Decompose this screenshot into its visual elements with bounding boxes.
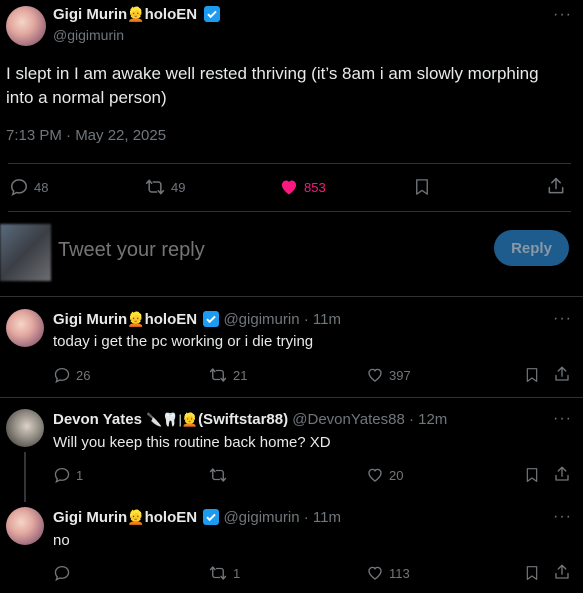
reply-count: 48 <box>34 179 49 195</box>
more-icon[interactable]: ··· <box>553 310 572 328</box>
reply-button[interactable]: Reply <box>494 230 569 266</box>
tweet-text: today i get the pc working or i die tryi… <box>53 333 314 350</box>
bookmark-action[interactable] <box>524 564 540 582</box>
author-line: Gigi Murin👱holoEN @gigimurin · 11m <box>53 509 341 526</box>
share-action[interactable] <box>546 176 566 196</box>
bookmark-icon <box>526 468 538 482</box>
emoji-icon: 👱 <box>127 509 145 525</box>
heart-icon <box>368 468 382 482</box>
reply-icon <box>54 367 70 384</box>
share-icon <box>555 466 569 481</box>
heart-icon <box>368 566 382 580</box>
like-count: 397 <box>389 367 411 383</box>
avatar[interactable] <box>6 6 46 46</box>
handle[interactable]: @DevonYates88 <box>292 411 405 428</box>
avatar[interactable] <box>6 309 44 347</box>
bookmark-action[interactable] <box>524 366 540 384</box>
time[interactable]: · 11m <box>304 509 341 526</box>
verified-icon <box>203 311 220 327</box>
reply-action[interactable]: 26 <box>53 366 90 384</box>
like-action[interactable]: 397 <box>366 366 411 384</box>
tweet-text: no <box>53 532 70 549</box>
emoji-icon: 👱 <box>127 311 145 327</box>
handle[interactable]: @gigimurin <box>223 311 299 328</box>
time[interactable]: · 12m <box>409 411 447 428</box>
emoji-icon: 🔪🦷|👱 <box>146 412 199 427</box>
retweet-icon <box>209 368 227 382</box>
divider <box>0 296 583 297</box>
emoji-icon: 👱 <box>127 6 145 22</box>
retweet-action[interactable]: 1 <box>208 564 240 582</box>
reply-icon <box>54 565 70 582</box>
share-action[interactable] <box>553 465 571 483</box>
reply-action[interactable]: 1 <box>53 466 83 484</box>
verified-icon <box>203 6 220 22</box>
author-line: Gigi Murin👱holoEN <box>53 6 220 24</box>
reply-icon <box>54 467 70 484</box>
heart-icon <box>368 368 382 382</box>
display-name[interactable]: Gigi Murin <box>53 509 127 526</box>
retweet-icon <box>209 566 227 580</box>
display-name-suffix[interactable]: holoEN <box>145 509 198 526</box>
like-action[interactable]: 853 <box>279 177 326 197</box>
share-icon <box>555 366 569 381</box>
verified-icon <box>203 509 220 525</box>
like-action[interactable]: 113 <box>366 564 410 582</box>
retweet-action[interactable]: 21 <box>208 366 247 384</box>
bookmark-icon <box>526 566 538 580</box>
retweet-action[interactable] <box>208 466 233 484</box>
retweet-count: 21 <box>233 367 248 383</box>
reply-count: 1 <box>76 467 84 483</box>
my-avatar <box>0 224 51 281</box>
heart-icon <box>281 180 297 195</box>
divider <box>8 211 571 212</box>
tweet-text: Will you keep this routine back home? XD <box>53 434 331 451</box>
handle[interactable]: @gigimurin <box>53 27 124 43</box>
retweet-action[interactable]: 49 <box>144 177 185 197</box>
reply-count: 26 <box>76 367 91 383</box>
bookmark-icon <box>526 368 538 382</box>
bookmark-action[interactable] <box>524 466 540 484</box>
avatar[interactable] <box>6 507 44 545</box>
author-line: Gigi Murin👱holoEN @gigimurin · 11m <box>53 311 341 328</box>
like-count: 853 <box>304 179 326 195</box>
share-icon <box>548 177 564 194</box>
handle[interactable]: @gigimurin <box>223 509 299 526</box>
display-name[interactable]: Gigi Murin <box>53 311 127 328</box>
timestamp[interactable]: 7:13 PM · May 22, 2025 <box>6 127 166 144</box>
bookmark-icon <box>416 179 428 195</box>
reply-action[interactable]: 48 <box>9 177 48 197</box>
divider <box>0 397 583 398</box>
display-name-suffix[interactable]: holoEN <box>145 6 198 23</box>
thread-line <box>24 452 26 502</box>
like-count: 20 <box>389 467 404 483</box>
retweet-count: 49 <box>171 179 186 195</box>
more-icon[interactable]: ··· <box>553 410 572 428</box>
display-name-suffix[interactable]: (Swiftstar88) <box>198 411 288 428</box>
retweet-icon <box>209 468 227 482</box>
share-action[interactable] <box>553 563 571 581</box>
more-icon[interactable]: ··· <box>553 6 572 24</box>
divider <box>8 163 571 164</box>
tweet-text: I slept in I am awake well rested thrivi… <box>6 64 539 107</box>
reply-icon <box>10 179 28 196</box>
share-action[interactable] <box>553 365 571 383</box>
bookmark-action[interactable] <box>413 177 431 197</box>
reply-input[interactable] <box>56 236 480 264</box>
author-line: Devon Yates 🔪🦷|👱(Swiftstar88) @DevonYate… <box>53 411 447 428</box>
like-action[interactable]: 20 <box>366 466 403 484</box>
reply-action[interactable] <box>53 564 76 582</box>
like-count: 113 <box>389 565 410 581</box>
retweet-icon <box>145 179 165 195</box>
retweet-count: 1 <box>233 565 241 581</box>
display-name[interactable]: Gigi Murin <box>53 6 127 23</box>
display-name[interactable]: Devon Yates <box>53 411 142 428</box>
share-icon <box>555 564 569 579</box>
display-name-suffix[interactable]: holoEN <box>145 311 198 328</box>
more-icon[interactable]: ··· <box>553 508 572 526</box>
time[interactable]: · 11m <box>304 311 341 328</box>
avatar[interactable] <box>6 409 44 447</box>
